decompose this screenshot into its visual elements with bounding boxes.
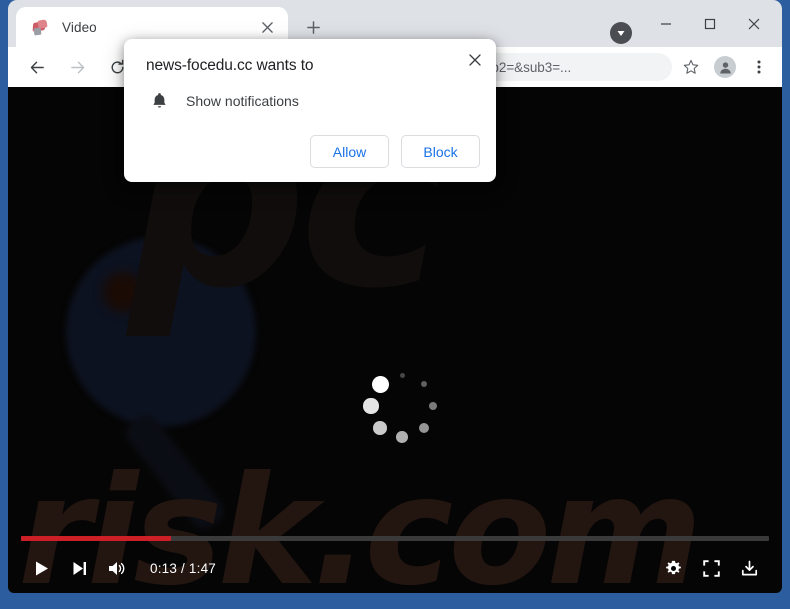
maximize-icon[interactable] <box>688 8 732 40</box>
close-icon[interactable] <box>462 47 488 73</box>
window-controls <box>610 0 776 47</box>
new-tab-button[interactable] <box>298 12 328 42</box>
gear-icon[interactable] <box>654 549 692 587</box>
loading-spinner <box>360 364 444 448</box>
play-icon[interactable] <box>22 549 60 587</box>
permission-label: Show notifications <box>186 92 299 109</box>
video-progress-fill <box>21 536 171 541</box>
next-track-icon[interactable] <box>60 549 98 587</box>
minimize-icon[interactable] <box>644 8 688 40</box>
video-progress-bar[interactable] <box>21 536 769 541</box>
permission-row: Show notifications <box>146 92 480 109</box>
tab-title: Video <box>62 19 97 35</box>
video-site-favicon <box>32 18 49 36</box>
block-button[interactable]: Block <box>401 135 480 168</box>
dialog-actions: Allow Block <box>146 135 480 168</box>
download-icon[interactable] <box>730 549 768 587</box>
star-icon[interactable] <box>676 52 706 82</box>
notification-permission-dialog: news-focedu.cc wants to Show notificatio… <box>124 39 496 182</box>
three-dot-menu-icon[interactable] <box>744 52 774 82</box>
dialog-title: news-focedu.cc wants to <box>146 57 314 74</box>
forward-arrow-icon <box>62 52 92 82</box>
back-arrow-icon[interactable] <box>22 52 52 82</box>
bell-icon <box>146 92 172 109</box>
download-arrow-icon[interactable] <box>610 21 632 44</box>
browser-window: Video pc risk.com 0:13 / 1:47 news-foced… <box>0 0 790 609</box>
fullscreen-icon[interactable] <box>692 549 730 587</box>
allow-button[interactable]: Allow <box>310 135 389 168</box>
video-time-display: 0:13 / 1:47 <box>150 560 217 576</box>
close-icon[interactable] <box>256 16 278 38</box>
volume-icon[interactable] <box>98 549 136 587</box>
video-controls: 0:13 / 1:47 <box>8 543 782 593</box>
close-icon[interactable] <box>732 8 776 40</box>
profile-avatar-icon[interactable] <box>710 52 740 82</box>
